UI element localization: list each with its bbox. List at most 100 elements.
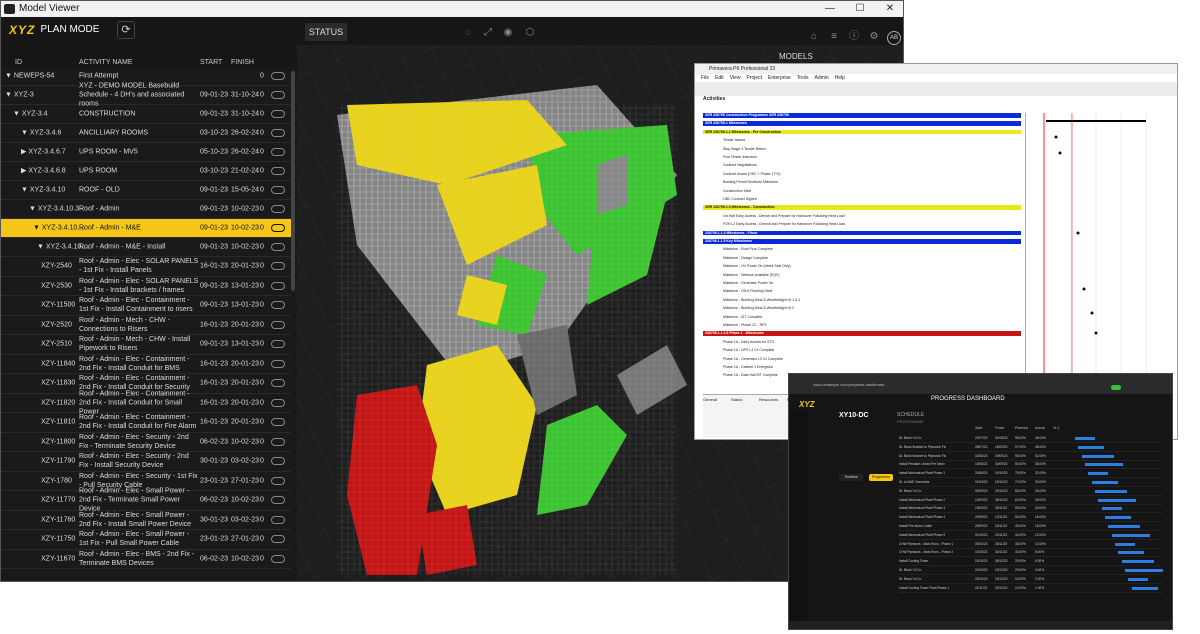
link-toggle-icon[interactable] (271, 398, 285, 407)
link-toggle-icon[interactable] (271, 205, 285, 213)
link-toggle-icon[interactable] (271, 515, 285, 524)
link-toggle-icon[interactable] (271, 186, 285, 194)
p6-menu-item[interactable]: Admin (814, 75, 828, 81)
p6-menu-item[interactable]: File (701, 75, 709, 81)
dash-row[interactable]: DL Block Yd Co 05/09/23 20/10/23 66.00% 28.0… (899, 487, 1163, 496)
p6-row[interactable]: XER 230706.1.1 Milestones - Pre Construc… (703, 129, 1021, 135)
dash-row[interactable]: Install Pendant Linked Pre Mech 10/08/23 3… (899, 460, 1163, 470)
hide-icon[interactable]: ◌ (461, 27, 475, 39)
p6-row[interactable]: XER 230706.1 Milestones (703, 121, 1021, 126)
p6-row[interactable]: FOH L2 Early Access - Demob and Prepare … (703, 222, 1021, 227)
table-row[interactable]: ▼ XYZ-3.4.6 ANCILLIARY ROOMS 03-10-23 26-02… (1, 124, 291, 143)
table-row[interactable]: XZY-11750 Roof - Admin - Elec - Small Pow… (1, 530, 291, 550)
link-toggle-icon[interactable] (271, 129, 285, 137)
p6-menu-item[interactable]: Edit (715, 75, 724, 81)
dash-row[interactable]: DL Block Bracket to Pipework Fix 28/07/23… (899, 443, 1163, 452)
address-bar[interactable]: cloud.example.com/progress-dashboard (813, 382, 993, 388)
dash-row[interactable]: Install Fire Alarm Cable 25/09/23 15/11/23… (899, 522, 1163, 531)
link-toggle-icon[interactable] (271, 148, 285, 156)
link-toggle-icon[interactable] (271, 359, 285, 368)
table-row[interactable]: XZY-11810 Roof - Admin - Elec - Containme… (1, 413, 291, 433)
dash-row[interactable]: Install Cooling Tower Plant Phase 1 01/11… (899, 584, 1163, 593)
link-toggle-icon[interactable] (271, 224, 285, 232)
p6-row[interactable]: Milestone - Building Wind & Weathertight… (703, 306, 1021, 311)
link-toggle-icon[interactable] (271, 418, 285, 427)
link-toggle-icon[interactable] (271, 167, 285, 175)
link-toggle-icon[interactable] (271, 340, 285, 349)
table-row[interactable]: XZY-2530 Roof - Admin - Elec - SOLAR PANE… (1, 277, 291, 296)
dash-row[interactable]: DL to M&E Generator 01/09/23 15/10/23 70.00… (899, 478, 1163, 487)
avatar[interactable]: AB (887, 31, 901, 45)
cube-icon[interactable]: ⬡ (523, 27, 537, 39)
p6-row[interactable]: Milestone - Building Wind & Weathertight… (703, 298, 1021, 303)
table-row[interactable]: XZY-2520 Roof - Admin - Mech - CHW - Conn… (1, 316, 291, 335)
maximize-button[interactable]: ☐ (845, 1, 875, 17)
p6-row[interactable]: Stop Stage 4 Tender Return (703, 147, 1021, 152)
toggle-switch[interactable] (1111, 385, 1121, 390)
p6-row[interactable]: Milestone - Network Available (EQX) (703, 273, 1021, 278)
dash-row[interactable]: Install Mechanical Plant Phase 2 10/09/23… (899, 496, 1163, 505)
link-toggle-icon[interactable] (271, 457, 285, 466)
p6-menu-item[interactable]: Help (835, 75, 845, 81)
link-toggle-icon[interactable] (271, 437, 285, 446)
table-row[interactable]: XZY-11760 Roof - Admin - Elec - Small Pow… (1, 511, 291, 530)
settings-icon[interactable]: ⚙ (867, 31, 881, 43)
table-row[interactable]: XZY-11800 Roof - Admin - Elec - Security … (1, 433, 291, 452)
p6-row[interactable]: Phase 1A - UPS L3 Cx Complete (703, 348, 1021, 353)
table-row[interactable]: ▶ XYZ-3.4.6.7 UPS ROOM - MV5 05-10-23 26-02… (1, 143, 291, 162)
dash-row[interactable]: Install Mechanical Plant Phase 4 20/09/23… (899, 513, 1163, 523)
table-row[interactable]: XZY-11820 Roof - Admin - Elec - Containme… (1, 390, 291, 415)
p6-toolbar[interactable] (695, 82, 1177, 96)
close-button[interactable]: ✕ (875, 1, 903, 17)
link-toggle-icon[interactable] (271, 91, 285, 99)
link-toggle-icon[interactable] (271, 262, 285, 271)
dash-row[interactable]: DL Block Yd Co 22/07/23 31/08/23 98.00% 46.0… (899, 434, 1163, 443)
plan-mode-button[interactable]: PLAN MODE (39, 20, 101, 40)
dash-row[interactable]: CHW Pipework - Main Runs - Phase 1 05/10/… (899, 540, 1163, 549)
p6-row[interactable]: Milestone - IST Complete (703, 315, 1021, 320)
fit-view-icon[interactable]: ⤢ (481, 27, 495, 39)
link-toggle-icon[interactable] (271, 281, 285, 290)
p6-row[interactable]: OBC Contract Signed (703, 197, 1021, 202)
p6-tab[interactable]: General (703, 397, 717, 402)
p6-menu-item[interactable]: View (730, 75, 741, 81)
p6-row[interactable]: Contract Award (OSC + Phase 1 FO) (703, 172, 1021, 177)
link-toggle-icon[interactable] (271, 243, 285, 251)
p6-tab[interactable]: Status (731, 397, 742, 402)
table-row[interactable]: ▼ XYZ-3 XYZ - DEMO MODEL Basebuild Schedu… (1, 83, 291, 108)
link-toggle-icon[interactable] (271, 110, 285, 118)
minimize-button[interactable]: — (815, 1, 845, 17)
table-row[interactable]: ▼ XYZ-3.4 CONSTRUCTION 09-01-23 31-10-24 0 (1, 105, 291, 124)
refresh-button[interactable]: ⟳ (117, 21, 135, 39)
p6-row[interactable]: Milestone - Off-H Flushing Start (703, 289, 1021, 294)
p6-menu-item[interactable]: Enterprise (768, 75, 791, 81)
table-row[interactable]: ▼ XYZ-3.4.10 ROOF - OLD 09-01-23 15-05-24 0 (1, 181, 291, 200)
dash-row[interactable]: Install Mechanical Plant Phase 1 20/08/23… (899, 469, 1163, 479)
dash-row[interactable]: DL Block Bracket to Pipework Fix 02/08/23… (899, 452, 1163, 461)
table-row[interactable]: ▶ XYZ-3.4.6.8 UPS ROOM 03-10-23 21-02-24 0 (1, 162, 291, 181)
table-row[interactable]: XZY-11500 Roof - Admin - Elec - Containme… (1, 296, 291, 316)
p6-row[interactable]: Tender Issued (703, 138, 1021, 143)
p6-row[interactable]: 230706.1.1.4 Milestones - Fitout (703, 230, 1021, 236)
link-toggle-icon[interactable] (271, 496, 285, 505)
table-row[interactable]: ▼ XYZ-3.4.10.3 Roof - Admin 09-01-23 10-02-… (1, 200, 291, 219)
table-row[interactable]: XZY-11840 Roof - Admin - Elec - Containme… (1, 355, 291, 374)
p6-row[interactable]: Milestone - Phase 1C - RFS (703, 323, 1021, 328)
p6-row[interactable]: Contract Negotiations (703, 163, 1021, 168)
dash-row[interactable]: Install Cooling Tower 15/10/23 05/12/23 25.… (899, 557, 1163, 567)
eye-icon[interactable]: ◉ (501, 27, 515, 39)
dash-row[interactable]: Install Mechanical Plant Phase 3 15/09/23… (899, 504, 1163, 514)
p6-row[interactable]: Building Permit Received Milestone (703, 180, 1021, 185)
p6-activity-grid[interactable]: XER 230706 Construction Programme XER 23… (703, 113, 1021, 389)
p6-row[interactable]: Phase 1A - Generator L3 Cx Complete (703, 357, 1021, 362)
table-row[interactable]: XZY-2510 Roof - Admin - Mech - CHW - Inst… (1, 335, 291, 355)
home-icon[interactable]: ⌂ (807, 31, 821, 43)
p6-row[interactable]: Post Tender Interview (703, 155, 1021, 160)
programme-button[interactable]: Programme (869, 474, 893, 481)
p6-row[interactable]: 230706.1.1.1.6 Phase 1 - Milestones (703, 331, 1021, 336)
p6-row[interactable]: 230706.1.1.5 Key Milestones (703, 239, 1021, 244)
p6-row[interactable]: Milestone - Design Complete (703, 256, 1021, 261)
table-scrollbar[interactable] (291, 71, 295, 291)
timeline-button[interactable]: Timeline (839, 474, 863, 481)
dash-row[interactable]: DL Block Yd Co 20/10/23 10/12/23 20.00% 4.00… (899, 566, 1163, 575)
